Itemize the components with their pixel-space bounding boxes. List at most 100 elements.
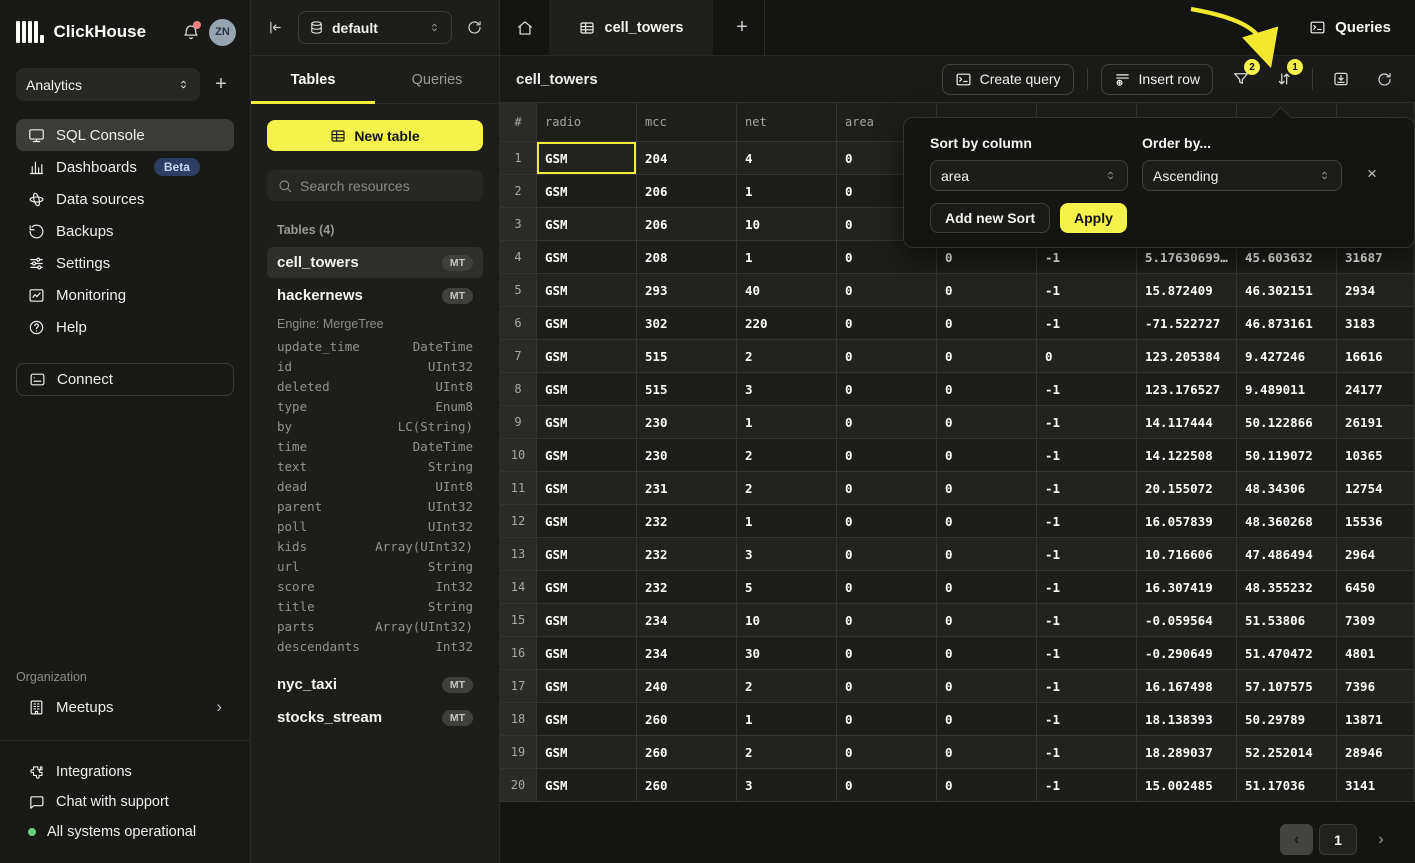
column-header-mcc[interactable]: mcc [637,103,737,142]
close-icon[interactable]: × [1361,163,1383,185]
table-cell[interactable]: 231 [637,472,737,505]
table-cell[interactable]: 208 [637,241,737,274]
table-cell[interactable]: -1 [1037,274,1137,307]
tab-queries[interactable]: Queries [375,56,499,103]
table-cell[interactable]: 50.119072 [1237,439,1337,472]
table-cell[interactable]: GSM [537,439,637,472]
table-cell[interactable]: 0 [937,604,1037,637]
table-cell[interactable]: 16.307419 [1137,571,1237,604]
table-cell[interactable]: 48.34306 [1237,472,1337,505]
table-cell[interactable]: 52.252014 [1237,736,1337,769]
table-cell[interactable]: GSM [537,472,637,505]
add-new-sort-button[interactable]: Add new Sort [930,203,1050,233]
table-cell[interactable]: 0 [837,373,937,406]
table-cell[interactable]: 9.489011 [1237,373,1337,406]
table-cell[interactable]: -0.059564 [1137,604,1237,637]
table-cell[interactable]: 12754 [1337,472,1415,505]
table-cell[interactable]: 1 [737,406,837,439]
table-cell[interactable]: 232 [637,505,737,538]
table-cell[interactable]: 204 [637,142,737,175]
database-select[interactable]: default [298,11,452,44]
table-cell[interactable]: 0 [1037,340,1137,373]
apply-button[interactable]: Apply [1060,203,1127,233]
table-cell[interactable]: 15.002485 [1137,769,1237,802]
sidebar-item-settings[interactable]: Settings [16,247,234,279]
table-cell[interactable]: 234 [637,637,737,670]
table-cell[interactable]: 20.155072 [1137,472,1237,505]
table-cell[interactable]: 51.17036 [1237,769,1337,802]
table-cell[interactable]: 50.29789 [1237,703,1337,736]
table-cell[interactable]: 0 [837,472,937,505]
table-cell[interactable]: GSM [537,538,637,571]
table-cell[interactable]: GSM [537,175,637,208]
table-item-nyc_taxi[interactable]: nyc_taxiMT [267,669,483,700]
table-cell[interactable]: 51.53806 [1237,604,1337,637]
table-cell[interactable]: 0 [937,340,1037,373]
table-cell[interactable]: 24177 [1337,373,1415,406]
table-cell[interactable]: 3 [737,538,837,571]
home-tab[interactable] [500,0,549,55]
table-cell[interactable]: GSM [537,736,637,769]
table-cell[interactable]: 0 [937,637,1037,670]
table-cell[interactable]: 0 [937,307,1037,340]
table-cell[interactable]: -1 [1037,472,1137,505]
table-cell[interactable]: GSM [537,571,637,604]
pagination-prev-button[interactable]: ‹ [1280,824,1313,855]
table-cell[interactable]: 1 [737,175,837,208]
table-cell[interactable]: 26191 [1337,406,1415,439]
table-cell[interactable]: 3 [737,373,837,406]
table-cell[interactable]: 123.176527 [1137,373,1237,406]
table-cell[interactable]: 206 [637,175,737,208]
table-cell[interactable]: -1 [1037,637,1137,670]
table-cell[interactable]: 515 [637,373,737,406]
table-cell[interactable]: 16616 [1337,340,1415,373]
pagination-next-button[interactable]: › [1366,824,1396,855]
table-cell[interactable]: 0 [837,439,937,472]
table-cell[interactable]: 2 [737,340,837,373]
table-cell[interactable]: 7396 [1337,670,1415,703]
table-cell[interactable]: 0 [837,604,937,637]
sidebar-item-meetups[interactable]: Meetups › [16,691,234,723]
table-cell[interactable]: 9.427246 [1237,340,1337,373]
table-cell[interactable]: 6450 [1337,571,1415,604]
table-cell[interactable]: 16.167498 [1137,670,1237,703]
table-cell[interactable]: 40 [737,274,837,307]
table-cell[interactable]: 0 [837,637,937,670]
sidebar-item-backups[interactable]: Backups [16,215,234,247]
table-cell[interactable]: 30 [737,637,837,670]
table-cell[interactable]: 0 [837,274,937,307]
sidebar-item-data-sources[interactable]: Data sources [16,183,234,215]
table-cell[interactable]: 4 [737,142,837,175]
table-cell[interactable]: 5 [737,571,837,604]
refresh-button[interactable] [1369,64,1399,94]
pagination-page[interactable]: 1 [1319,824,1357,855]
table-cell[interactable]: 2 [737,670,837,703]
table-cell[interactable]: GSM [537,241,637,274]
table-cell[interactable]: GSM [537,274,637,307]
table-item-stocks_stream[interactable]: stocks_streamMT [267,702,483,733]
table-cell[interactable]: 0 [837,670,937,703]
new-tab-button[interactable]: + [713,0,771,55]
table-cell[interactable]: 1 [737,703,837,736]
table-cell[interactable]: -1 [1037,736,1137,769]
table-cell[interactable]: -1 [1037,406,1137,439]
connect-button[interactable]: Connect [16,363,234,396]
add-workspace-button[interactable]: + [208,73,234,96]
sidebar-item-help[interactable]: Help [16,311,234,343]
table-cell[interactable]: 1 [737,241,837,274]
table-cell[interactable]: -1 [1037,703,1137,736]
tab-tables[interactable]: Tables [251,56,375,103]
table-cell[interactable]: 0 [937,703,1037,736]
table-cell[interactable]: 0 [837,736,937,769]
table-cell[interactable]: 10365 [1337,439,1415,472]
table-cell[interactable]: 0 [937,439,1037,472]
table-cell[interactable]: 123.205384 [1137,340,1237,373]
table-cell[interactable]: -1 [1037,373,1137,406]
collapse-left-icon[interactable] [267,19,284,36]
table-cell[interactable]: 47.486494 [1237,538,1337,571]
table-cell[interactable]: 2 [737,472,837,505]
table-cell[interactable]: 0 [837,406,937,439]
table-cell[interactable]: 10.716606 [1137,538,1237,571]
table-cell[interactable]: -1 [1037,571,1137,604]
table-cell[interactable]: 14.117444 [1137,406,1237,439]
